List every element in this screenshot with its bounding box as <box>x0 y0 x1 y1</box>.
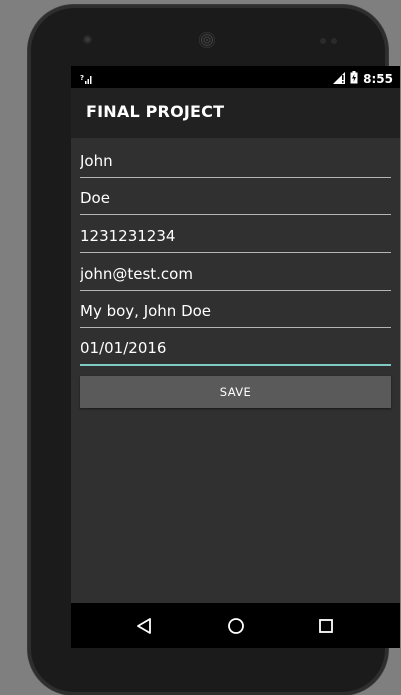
phone-frame: ? 8:55 FINAL PROJECT John Doe 1231231234… <box>28 5 400 695</box>
first-name-field <box>80 147 391 178</box>
front-camera <box>83 35 92 44</box>
earpiece-speaker <box>199 32 215 48</box>
status-bar: ? 8:55 <box>71 66 400 88</box>
email-field <box>80 260 391 291</box>
date-input[interactable] <box>80 334 391 362</box>
note-field <box>80 297 391 328</box>
navigation-bar <box>71 603 400 648</box>
battery-icon <box>350 69 358 88</box>
status-time: 8:55 <box>363 71 393 86</box>
first-name-input[interactable] <box>80 147 391 175</box>
device-screen: ? 8:55 FINAL PROJECT John Doe 1231231234… <box>71 66 400 648</box>
recents-icon[interactable] <box>314 614 338 638</box>
home-icon[interactable] <box>224 614 248 638</box>
light-sensor <box>331 38 337 44</box>
last-name-input[interactable] <box>80 184 391 212</box>
last-name-field <box>80 184 391 215</box>
note-input[interactable] <box>80 297 391 325</box>
svg-text:?: ? <box>80 74 84 82</box>
save-button[interactable]: SAVE <box>80 376 391 408</box>
signal-icon <box>333 69 346 88</box>
app-bar: FINAL PROJECT <box>71 88 400 138</box>
sim-unknown-icon: ? <box>80 70 92 89</box>
email-input[interactable] <box>80 260 391 288</box>
phone-field <box>80 222 391 253</box>
proximity-sensor <box>320 38 326 44</box>
back-icon[interactable] <box>132 614 156 638</box>
phone-input[interactable] <box>80 222 391 250</box>
app-title: FINAL PROJECT <box>86 102 225 121</box>
date-field <box>80 334 391 366</box>
